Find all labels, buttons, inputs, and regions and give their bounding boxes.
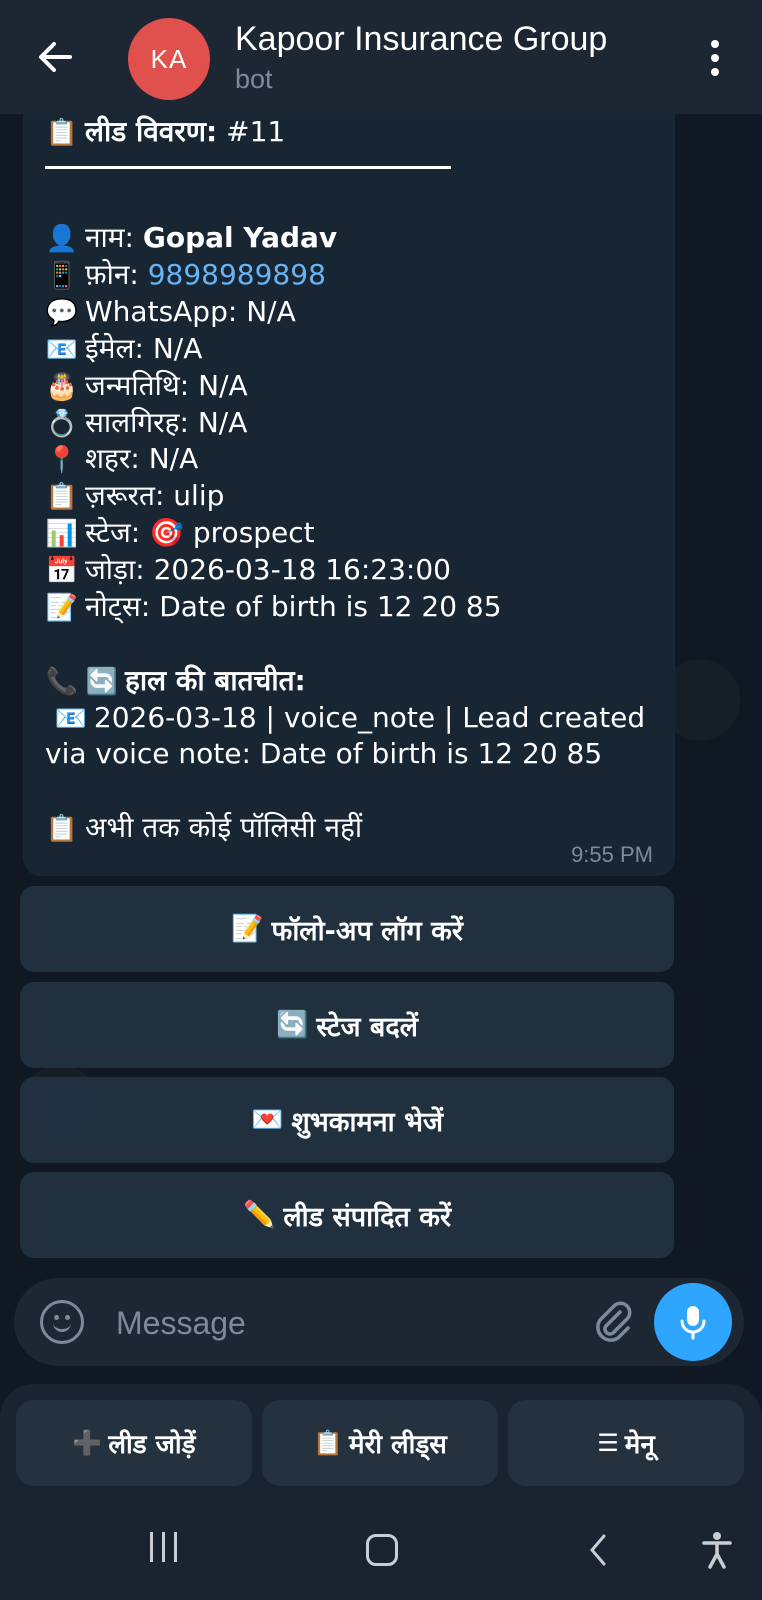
field-label: नोट्स: bbox=[85, 590, 151, 623]
clipboard-icon: 📋 bbox=[313, 1429, 344, 1457]
field-label: जन्मतिथि: bbox=[85, 368, 190, 402]
add-lead-button[interactable]: ➕ लीड जोड़ें bbox=[16, 1400, 252, 1486]
recent-line-continued: via voice note: Date of birth is 12 20 8… bbox=[45, 737, 603, 770]
chat-title[interactable]: Kapoor Insurance Group bbox=[235, 20, 607, 59]
field-value: Gopal Yadav bbox=[142, 221, 338, 254]
reply-keyboard: ➕ लीड जोड़ें 📋 मेरी लीड्स ☰ मेनू bbox=[0, 1384, 762, 1502]
field-value: 🎯 prospect bbox=[149, 516, 315, 550]
chat-subtitle: bot bbox=[235, 64, 273, 94]
emoji-icon[interactable] bbox=[40, 1300, 84, 1344]
field-value: N/A bbox=[152, 331, 203, 365]
attach-button[interactable] bbox=[590, 1298, 638, 1346]
refresh-icon: 🔄 bbox=[276, 1010, 309, 1040]
field-birthdate: 🎂 जन्मतिथि: N/A bbox=[45, 368, 248, 405]
recents-button[interactable] bbox=[150, 1532, 190, 1570]
field-phone[interactable]: 📱 फ़ोन: 9898989898 bbox=[45, 257, 326, 294]
clipboard-icon: 📋 bbox=[45, 118, 79, 148]
more-vertical-icon bbox=[711, 40, 719, 48]
phone-link[interactable]: 9898989898 bbox=[148, 258, 326, 291]
field-label: ईमेल: bbox=[85, 331, 144, 365]
avatar[interactable]: KA bbox=[128, 18, 210, 100]
field-anniversary: 💍 सालगिरह: N/A bbox=[45, 405, 248, 442]
field-label: नाम: bbox=[85, 221, 134, 254]
hamburger-icon: ☰ bbox=[597, 1429, 619, 1457]
message-composer bbox=[14, 1278, 744, 1366]
email-icon: 📧 bbox=[45, 334, 79, 365]
field-email: 📧 ईमेल: N/A bbox=[45, 331, 203, 368]
accessibility-button[interactable] bbox=[700, 1530, 734, 1570]
message-input[interactable] bbox=[114, 1298, 578, 1348]
field-stage: 📊 स्टेज: 🎯 prospect bbox=[45, 515, 315, 552]
pin-icon: 📍 bbox=[45, 445, 79, 476]
field-name: 👤 नाम: Gopal Yadav bbox=[45, 220, 337, 257]
chevron-left-icon bbox=[590, 1534, 606, 1566]
person-icon: 👤 bbox=[45, 224, 79, 254]
field-value: 2026-03-18 16:23:00 bbox=[153, 553, 451, 587]
edit-lead-button[interactable]: ✏️ लीड संपादित करें bbox=[20, 1172, 674, 1258]
voice-record-button[interactable] bbox=[654, 1283, 732, 1361]
paperclip-icon bbox=[596, 1301, 632, 1342]
field-value: N/A bbox=[197, 405, 248, 439]
field-label: जोड़ा: bbox=[85, 553, 145, 587]
clipboard-icon: 📋 bbox=[45, 814, 79, 844]
field-label: WhatsApp: bbox=[85, 294, 238, 328]
calendar-icon: 📅 bbox=[45, 556, 79, 587]
love-letter-icon: 💌 bbox=[251, 1105, 284, 1135]
system-nav-bar bbox=[0, 1502, 762, 1600]
memo-icon: 📝 bbox=[45, 593, 79, 623]
field-notes: 📝 नोट्स: Date of birth is 12 20 85 bbox=[45, 589, 502, 626]
field-city: 📍 शहर: N/A bbox=[45, 441, 198, 478]
system-back-button[interactable] bbox=[584, 1532, 614, 1568]
field-whatsapp: 💬 WhatsApp: N/A bbox=[45, 294, 296, 331]
change-stage-button[interactable]: 🔄 स्टेज बदलें bbox=[20, 982, 674, 1068]
field-need: 📋 ज़रूरत: ulip bbox=[45, 478, 225, 515]
ring-icon: 💍 bbox=[45, 408, 79, 439]
divider bbox=[45, 166, 451, 169]
mobile-phone-icon: 📱 bbox=[45, 260, 79, 291]
field-value: Date of birth is 12 20 85 bbox=[159, 590, 502, 623]
accessibility-icon bbox=[702, 1532, 732, 1569]
email-icon: 📧 bbox=[54, 704, 88, 734]
pencil-icon: ✏️ bbox=[243, 1200, 276, 1230]
field-added: 📅 जोड़ा: 2026-03-18 16:23:00 bbox=[45, 552, 451, 589]
plus-icon: ➕ bbox=[72, 1429, 103, 1457]
recents-icon bbox=[150, 1532, 153, 1562]
memo-icon: 📝 bbox=[231, 914, 264, 944]
field-value: ulip bbox=[173, 479, 225, 513]
send-greeting-button[interactable]: 💌 शुभकामना भेजें bbox=[20, 1077, 674, 1163]
speech-bubble-icon: 💬 bbox=[45, 297, 79, 328]
menu-button[interactable]: ☰ मेनू bbox=[508, 1400, 744, 1486]
cake-icon: 🎂 bbox=[45, 371, 79, 402]
field-label: स्टेज: bbox=[85, 516, 141, 550]
recent-heading: 📞 🔄 हाल की बातचीत: bbox=[45, 663, 306, 700]
no-policy-text: 📋 अभी तक कोई पॉलिसी नहीं bbox=[45, 810, 362, 847]
message-time: 9:55 PM bbox=[571, 842, 653, 867]
chat-header: KA Kapoor Insurance Group bot bbox=[0, 0, 762, 114]
log-followup-button[interactable]: 📝 फॉलो-अप लॉग करें bbox=[20, 886, 674, 972]
clipboard-icon: 📋 bbox=[45, 482, 79, 513]
lead-title: 📋 लीड विवरण: #11 bbox=[45, 114, 285, 151]
field-label: सालगिरह: bbox=[85, 405, 189, 439]
field-value: N/A bbox=[148, 442, 199, 476]
field-label: ज़रूरत: bbox=[85, 479, 165, 513]
field-label: शहर: bbox=[85, 442, 140, 476]
message-bubble: 📋 लीड विवरण: #11 👤 नाम: Gopal Yadav 📱 फ़ोन: … bbox=[23, 100, 675, 876]
my-leads-button[interactable]: 📋 मेरी लीड्स bbox=[262, 1400, 498, 1486]
home-button[interactable] bbox=[366, 1534, 398, 1566]
back-arrow-icon bbox=[39, 42, 72, 72]
field-value: N/A bbox=[246, 294, 296, 328]
phone-icon: 📞 bbox=[45, 667, 79, 697]
back-button[interactable] bbox=[30, 32, 80, 82]
field-label: फ़ोन: bbox=[85, 257, 139, 291]
chart-icon: 📊 bbox=[45, 519, 79, 550]
refresh-icon: 🔄 bbox=[85, 667, 119, 697]
recent-line: 📧 2026-03-18 | voice_note | Lead created bbox=[45, 700, 645, 737]
microphone-icon bbox=[680, 1306, 706, 1340]
more-options-button[interactable] bbox=[700, 40, 730, 80]
field-value: N/A bbox=[198, 368, 248, 402]
